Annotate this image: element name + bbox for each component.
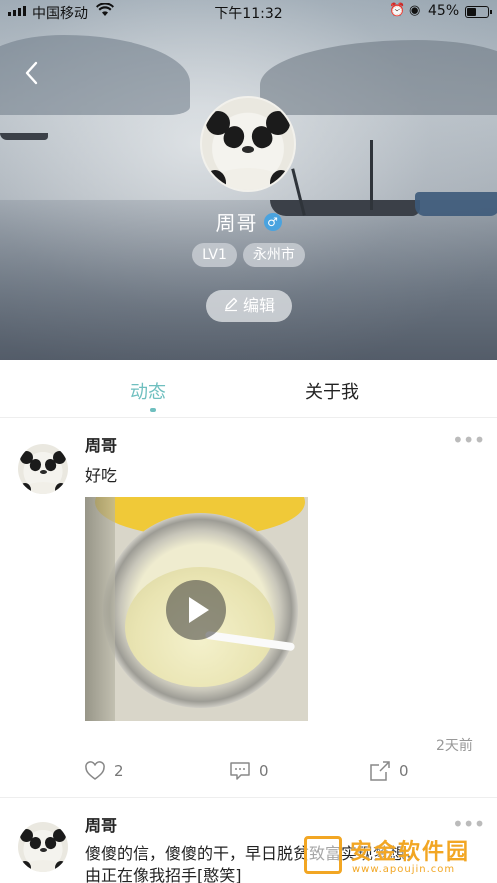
battery-percent: 45% (428, 3, 460, 19)
site-watermark: 安金软件园 www.apoujin.com (300, 830, 497, 883)
heart-icon (85, 761, 105, 780)
post-author-name[interactable]: 周哥 (85, 812, 117, 836)
share-count: 0 (399, 762, 409, 780)
panda-avatar-image (202, 98, 294, 190)
active-tab-indicator (150, 408, 156, 412)
profile-name-row: 周哥 ♂ (0, 207, 497, 236)
city-badge: 永州市 (242, 243, 305, 267)
male-gender-icon: ♂ (263, 212, 282, 231)
edit-profile-button[interactable]: 编辑 (206, 290, 292, 322)
background-boat (0, 133, 48, 140)
post-author-avatar[interactable] (18, 444, 68, 494)
panda-avatar-image (18, 444, 68, 494)
alarm-icon: ⏰ (389, 3, 406, 18)
edit-profile-label: 编辑 (242, 296, 275, 315)
tab-about-me[interactable]: 关于我 (305, 378, 359, 404)
like-count: 2 (114, 762, 124, 780)
rotation-lock-icon: ◉ (409, 3, 421, 18)
profile-tabs: 动态 关于我 (0, 360, 497, 418)
post-time: 2天前 (436, 738, 473, 754)
comment-count: 0 (259, 762, 269, 780)
post-text: 好吃 (85, 466, 118, 485)
post-author-name[interactable]: 周哥 (85, 432, 117, 456)
post-author-avatar[interactable] (18, 822, 68, 872)
status-bar: 中国移动 下午11:32 ⏰ ◉ 45% (0, 0, 497, 24)
post-actions: 2 0 0 (0, 760, 497, 786)
play-icon[interactable] (166, 580, 226, 640)
battery-icon (465, 6, 492, 18)
share-icon (370, 761, 390, 781)
background-pole (370, 140, 373, 210)
watermark-logo-icon (304, 836, 342, 874)
back-button[interactable] (20, 58, 44, 88)
watermark-text: 安金软件园 (350, 840, 471, 865)
chevron-left-icon (25, 61, 38, 85)
comment-icon (230, 762, 250, 780)
pencil-icon (223, 291, 239, 323)
level-badge: LV1 (192, 243, 237, 267)
panda-avatar-image (18, 822, 68, 872)
tab-feed[interactable]: 动态 (130, 378, 166, 404)
like-button[interactable]: 2 (84, 760, 124, 782)
profile-tags: LV1 永州市 (0, 243, 497, 267)
share-button[interactable]: 0 (369, 760, 409, 782)
comment-button[interactable]: 0 (229, 760, 269, 782)
profile-header: 中国移动 下午11:32 ⏰ ◉ 45% 周哥 ♂ LV1 永州市 编辑 (0, 0, 497, 360)
more-options-icon[interactable]: ••• (452, 428, 485, 452)
status-time: 下午11:32 (214, 6, 283, 22)
profile-avatar[interactable] (200, 96, 296, 192)
watermark-url: www.apoujin.com (352, 864, 456, 875)
profile-name: 周哥 (215, 211, 258, 235)
